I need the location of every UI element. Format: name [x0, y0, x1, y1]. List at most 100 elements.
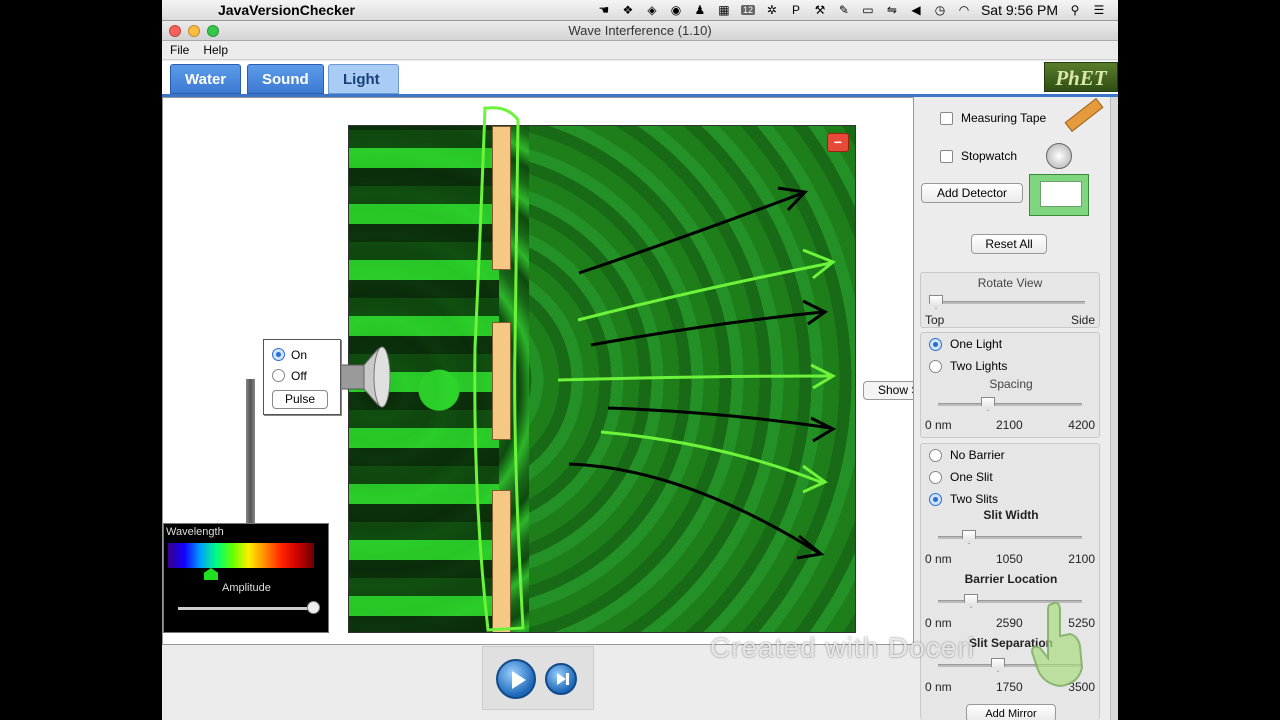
light-on-radio[interactable]: [272, 348, 285, 361]
user-icon[interactable]: ♟: [693, 3, 707, 17]
two-lights-option[interactable]: Two Lights: [929, 359, 1007, 373]
dropbox-icon[interactable]: ❖: [621, 3, 635, 17]
tab-light[interactable]: Light: [328, 64, 399, 94]
mac-menu-bar: JavaVersionChecker ☚ ❖ ◈ ◉ ♟ ▦ 12 ✲ P ⚒ …: [162, 0, 1118, 21]
spacing-slider-track[interactable]: [938, 403, 1082, 406]
step-button[interactable]: [545, 663, 577, 695]
slit-separation-slider-knob[interactable]: [991, 658, 1005, 672]
measuring-tape-label: Measuring Tape: [961, 111, 1047, 125]
light-off-option[interactable]: Off: [264, 365, 340, 386]
menubar-clock[interactable]: Sat 9:56 PM: [981, 2, 1058, 18]
stopwatch-checkbox[interactable]: [940, 149, 953, 163]
arrowhead-black-3: [810, 416, 837, 443]
amplitude-slider-knob[interactable]: [307, 601, 320, 614]
reset-all-button[interactable]: Reset All: [971, 234, 1047, 254]
slit-width-tick-mid: 1050: [996, 552, 1023, 566]
tab-bar: Water Sound Light PhET: [162, 61, 1118, 97]
notification-center-icon[interactable]: ☰: [1092, 3, 1106, 17]
circle-logo-icon[interactable]: ◉: [669, 3, 683, 17]
add-mirror-button[interactable]: Add Mirror: [966, 704, 1056, 720]
measuring-tape-checkbox[interactable]: [940, 111, 953, 125]
tools-icon[interactable]: ⚒: [813, 3, 827, 17]
volume-icon[interactable]: ◀: [909, 3, 923, 17]
spacing-slider-knob[interactable]: [981, 397, 995, 411]
window-close-button[interactable]: [169, 25, 181, 37]
arrow-black-2: [590, 310, 824, 347]
no-barrier-option[interactable]: No Barrier: [929, 448, 1005, 462]
barrier-highlight-outline: [473, 106, 525, 632]
control-panel-scrollbar[interactable]: [1110, 97, 1118, 720]
barrier-location-slider-knob[interactable]: [964, 594, 978, 608]
evernote-icon[interactable]: ✎: [837, 3, 851, 17]
menu-file[interactable]: File: [170, 43, 189, 57]
screen-icon[interactable]: ▭: [861, 3, 875, 17]
light-on-option[interactable]: On: [264, 344, 340, 365]
detector-chart-icon: [1029, 174, 1089, 216]
tab-water[interactable]: Water: [170, 64, 242, 94]
no-barrier-radio[interactable]: [929, 448, 942, 462]
control-panel: Measuring Tape Stopwatch Add Detector Re…: [916, 97, 1118, 720]
rotate-view-slider-track[interactable]: [935, 301, 1085, 304]
amplitude-slider-track[interactable]: [178, 607, 315, 610]
app-window: Wave Interference (1.10) File Help Water…: [162, 21, 1118, 720]
slit-width-slider-track[interactable]: [938, 536, 1082, 539]
cursor-hand-icon[interactable]: ☚: [597, 3, 611, 17]
phet-logo[interactable]: PhET: [1044, 62, 1118, 92]
pointer-hand-icon: [1030, 601, 1084, 688]
one-slit-option[interactable]: One Slit: [929, 470, 993, 484]
wavelength-slider-knob[interactable]: [204, 568, 218, 580]
two-slits-option[interactable]: Two Slits: [929, 492, 998, 506]
two-lights-radio[interactable]: [929, 359, 942, 373]
light-off-label: Off: [291, 368, 307, 383]
window-title: Wave Interference (1.10): [568, 23, 712, 38]
play-button[interactable]: [496, 659, 536, 699]
stopwatch-option[interactable]: Stopwatch: [940, 149, 1017, 163]
two-slits-radio[interactable]: [929, 492, 942, 506]
one-light-radio[interactable]: [929, 337, 942, 351]
p-icon[interactable]: P: [789, 3, 803, 17]
notification-badge[interactable]: 12: [740, 5, 755, 15]
doceri-watermark: Created with Doceri: [710, 632, 975, 663]
calendar-icon[interactable]: ▦: [717, 3, 731, 17]
time-machine-icon[interactable]: ◷: [933, 3, 947, 17]
arrowhead-black-1: [777, 186, 809, 212]
paw-icon[interactable]: ✲: [765, 3, 779, 17]
stopwatch-label: Stopwatch: [961, 149, 1018, 163]
arrow-black-1: [578, 191, 804, 275]
wifi-icon[interactable]: ◠: [957, 3, 971, 17]
spotlight-search-icon[interactable]: ⚲: [1068, 3, 1082, 17]
light-off-radio[interactable]: [272, 369, 285, 382]
playback-controls: [482, 646, 594, 710]
rotate-view-slider-knob[interactable]: [929, 295, 943, 309]
barrier-location-tick-min: 0 nm: [925, 616, 952, 630]
arrow-green-3: [600, 430, 824, 485]
slit-width-slider-knob[interactable]: [962, 530, 976, 544]
no-barrier-label: No Barrier: [950, 448, 1005, 462]
menu-help[interactable]: Help: [203, 43, 228, 57]
slit-width-tick-max: 2100: [1068, 552, 1095, 566]
rotate-view-title: Rotate View: [977, 276, 1043, 290]
add-detector-button[interactable]: Add Detector: [921, 183, 1023, 203]
spacing-title: Spacing: [989, 377, 1033, 391]
simulation-canvas[interactable]: − On Off Pulse Wavelength Amplitude Show: [162, 97, 914, 645]
window-zoom-button[interactable]: [207, 25, 219, 37]
shield-icon[interactable]: ◈: [645, 3, 659, 17]
two-lights-label: Two Lights: [950, 359, 1008, 373]
bluetooth-icon[interactable]: ⇋: [885, 3, 899, 17]
show-screen-button[interactable]: Show S: [863, 381, 913, 400]
window-minimize-button[interactable]: [188, 25, 200, 37]
arrowhead-green-1: [802, 248, 836, 280]
slit-width-tick-min: 0 nm: [925, 552, 952, 566]
measuring-tape-option[interactable]: Measuring Tape: [940, 111, 1046, 125]
spacing-tick-mid: 2100: [996, 418, 1023, 432]
laser-lamp-icon[interactable]: [338, 335, 403, 419]
light-on-label: On: [291, 347, 308, 362]
tab-sound[interactable]: Sound: [247, 64, 324, 94]
wavelength-spectrum-slider[interactable]: [168, 543, 314, 568]
one-slit-radio[interactable]: [929, 470, 942, 484]
measuring-tape-icon: [1064, 97, 1104, 133]
one-light-option[interactable]: One Light: [929, 337, 1002, 351]
pulse-button[interactable]: Pulse: [272, 390, 328, 409]
screen: JavaVersionChecker ☚ ❖ ◈ ◉ ♟ ▦ 12 ✲ P ⚒ …: [0, 0, 1280, 720]
app-name[interactable]: JavaVersionChecker: [218, 2, 355, 18]
